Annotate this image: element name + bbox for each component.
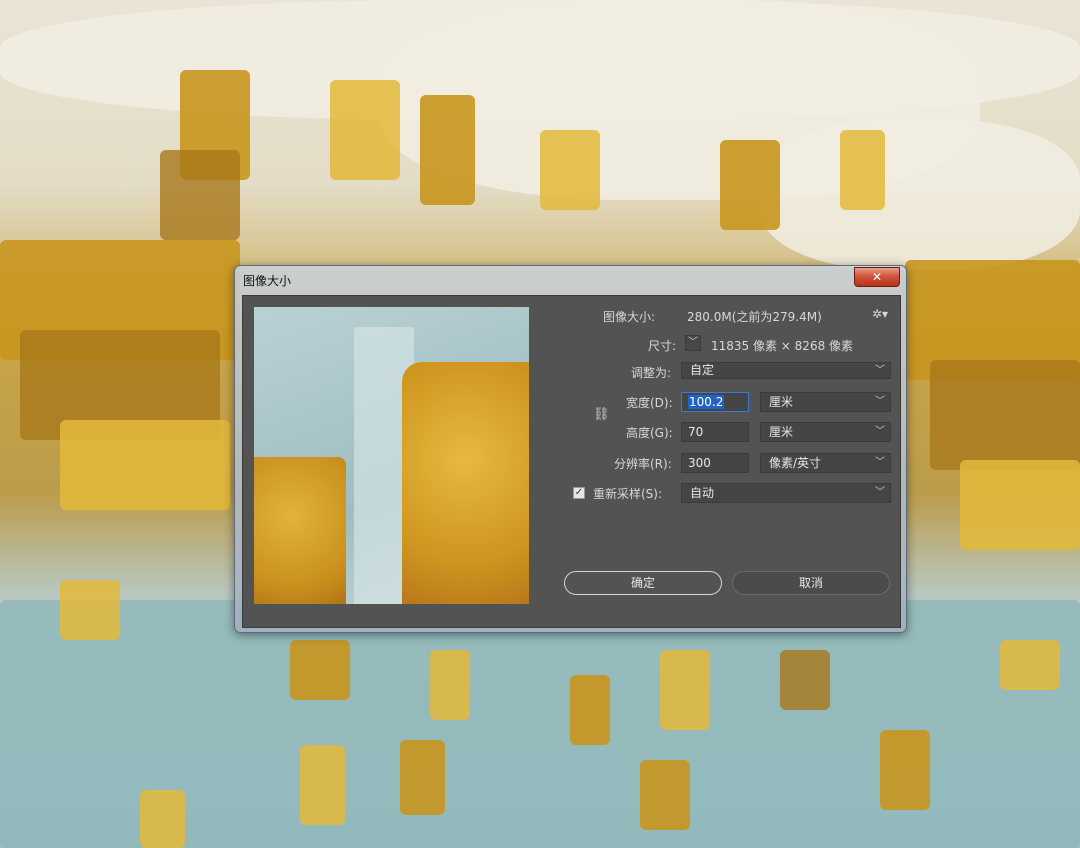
dimensions-value: 11835 像素 × 8268 像素	[711, 339, 854, 353]
width-unit-select[interactable]: 厘米 ﹀	[760, 392, 891, 412]
fit-to-label: 调整为:	[631, 366, 672, 380]
chevron-down-icon: ﹀	[875, 487, 885, 498]
width-value: 100.2	[688, 395, 725, 409]
chevron-down-icon: ﹀	[875, 365, 885, 376]
chevron-down-icon: ﹀	[875, 426, 885, 437]
height-unit-select[interactable]: 厘米 ﹀	[760, 422, 891, 442]
chevron-down-icon: ﹀	[875, 396, 885, 407]
dialog-body: 图像大小: 280.0M(之前为279.4M) ✲▾ 尺寸: ﹀ 11835 像…	[242, 295, 901, 628]
ok-button[interactable]: 确定	[564, 571, 722, 595]
close-button[interactable]: ✕	[854, 267, 900, 287]
resolution-label: 分辨率(R):	[614, 457, 672, 471]
dialog-title: 图像大小	[243, 274, 292, 288]
fit-to-select[interactable]: 自定 ﹀	[681, 362, 891, 379]
width-input[interactable]: 100.2	[681, 392, 749, 412]
resample-method-select[interactable]: 自动 ﹀	[681, 483, 891, 503]
width-label: 宽度(D):	[626, 396, 673, 410]
cancel-button[interactable]: 取消	[732, 571, 890, 595]
resolution-unit-value: 像素/英寸	[769, 456, 822, 470]
resample-method-value: 自动	[690, 486, 715, 500]
image-size-dialog: 图像大小 ✕ 图像大小: 280.0M(之前为279.4M) ✲▾ 尺寸: ﹀ …	[234, 265, 907, 633]
chevron-down-icon: ﹀	[875, 457, 885, 468]
resolution-value: 300	[688, 456, 711, 470]
width-unit-value: 厘米	[769, 395, 794, 409]
height-label: 高度(G):	[626, 426, 673, 440]
dimensions-label: 尺寸:	[648, 339, 677, 353]
resample-checkbox[interactable]: ✓	[573, 487, 585, 499]
height-input[interactable]: 70	[681, 422, 749, 442]
image-size-label: 图像大小:	[603, 310, 656, 324]
resample-label: 重新采样(S):	[593, 487, 663, 501]
fit-to-value: 自定	[690, 363, 715, 377]
constrain-proportions-link-icon[interactable]: ⛓	[593, 407, 610, 422]
gear-icon[interactable]: ✲▾	[872, 307, 888, 321]
image-size-value: 280.0M(之前为279.4M)	[687, 310, 822, 324]
height-value: 70	[688, 425, 704, 439]
resolution-input[interactable]: 300	[681, 453, 749, 473]
dialog-titlebar[interactable]: 图像大小 ✕	[235, 266, 906, 292]
image-preview[interactable]	[254, 307, 529, 604]
dimensions-unit-dropdown-chevron-icon[interactable]: ﹀	[685, 335, 701, 351]
resolution-unit-select[interactable]: 像素/英寸 ﹀	[760, 453, 891, 473]
height-unit-value: 厘米	[769, 425, 794, 439]
